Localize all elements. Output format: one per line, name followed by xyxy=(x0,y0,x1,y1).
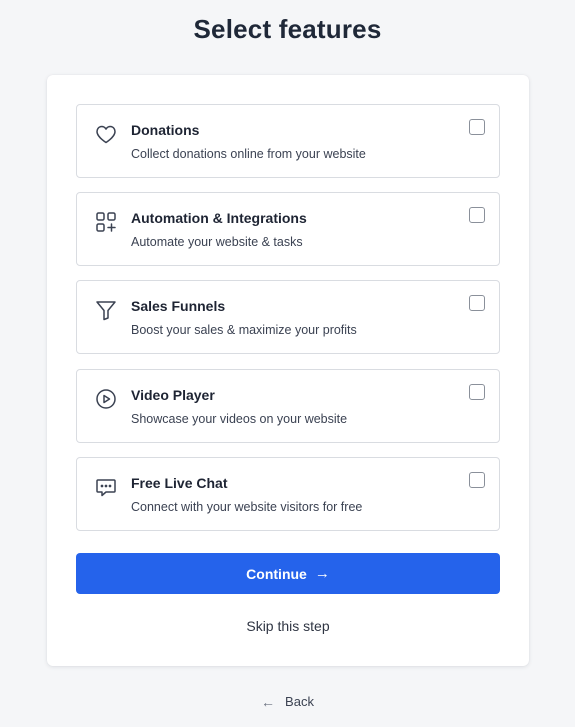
feature-description: Showcase your videos on your website xyxy=(131,412,348,426)
feature-description: Collect donations online from your websi… xyxy=(131,147,366,161)
chat-bubble-icon xyxy=(94,475,118,499)
play-circle-icon xyxy=(94,387,118,411)
back-label: Back xyxy=(285,694,314,709)
feature-option-live-chat[interactable]: Free Live Chat Connect with your website… xyxy=(76,457,500,531)
heart-icon xyxy=(94,122,118,146)
continue-button-label: Continue xyxy=(246,565,307,582)
feature-option-automation[interactable]: Automation & Integrations Automate your … xyxy=(76,192,500,266)
feature-title: Automation & Integrations xyxy=(131,210,307,226)
skip-step-link[interactable]: Skip this step xyxy=(47,618,529,634)
feature-selection-card: Donations Collect donations online from … xyxy=(47,75,529,666)
back-link[interactable]: ← Back xyxy=(0,694,575,709)
funnel-icon xyxy=(94,298,118,322)
continue-button[interactable]: Continue → xyxy=(76,553,500,594)
feature-title: Donations xyxy=(131,122,200,138)
feature-option-donations[interactable]: Donations Collect donations online from … xyxy=(76,104,500,178)
feature-checkbox-sales-funnels[interactable] xyxy=(469,295,485,311)
feature-checkbox-donations[interactable] xyxy=(469,119,485,135)
feature-checkbox-live-chat[interactable] xyxy=(469,472,485,488)
feature-title: Video Player xyxy=(131,387,215,403)
apps-plus-icon xyxy=(94,210,118,234)
feature-title: Sales Funnels xyxy=(131,298,226,314)
feature-option-sales-funnels[interactable]: Sales Funnels Boost your sales & maximiz… xyxy=(76,280,500,354)
arrow-left-icon: ← xyxy=(261,693,276,710)
feature-checkbox-automation[interactable] xyxy=(469,207,485,223)
arrow-right-icon: → xyxy=(314,565,330,582)
feature-description: Automate your website & tasks xyxy=(131,235,303,249)
feature-description: Connect with your website visitors for f… xyxy=(131,500,363,514)
feature-description: Boost your sales & maximize your profits xyxy=(131,323,357,337)
page-title: Select features xyxy=(193,14,382,44)
feature-option-video-player[interactable]: Video Player Showcase your videos on you… xyxy=(76,369,500,443)
feature-title: Free Live Chat xyxy=(131,475,228,491)
feature-checkbox-video-player[interactable] xyxy=(469,384,485,400)
